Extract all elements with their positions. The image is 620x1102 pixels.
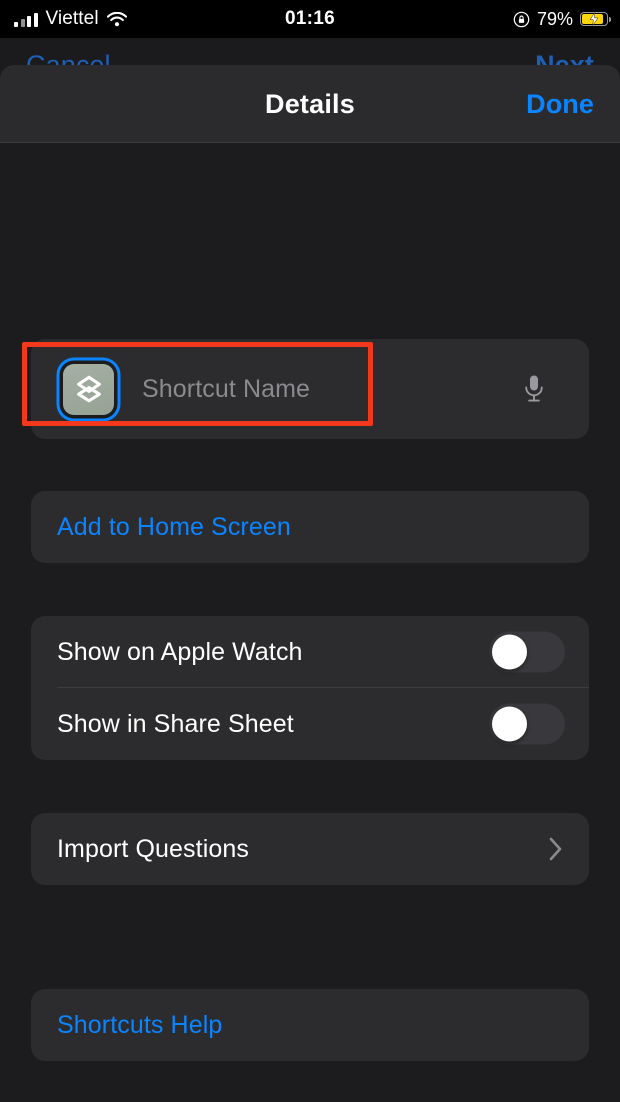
visibility-toggles-card: Show on Apple Watch Show in Share Sheet	[31, 616, 589, 760]
iphone-screen: Cancel Next Details Done	[0, 0, 620, 1102]
done-button[interactable]: Done	[526, 65, 594, 143]
sheet-body: Add to Home Screen Show on Apple Watch S…	[0, 143, 620, 1102]
import-questions-card: Import Questions	[31, 813, 589, 885]
sheet-header: Details Done	[0, 65, 620, 143]
import-questions-label: Import Questions	[57, 834, 249, 863]
shortcuts-help-row[interactable]: Shortcuts Help	[31, 989, 589, 1061]
show-on-apple-watch-label: Show on Apple Watch	[57, 637, 303, 666]
show-in-share-sheet-label: Show in Share Sheet	[57, 709, 294, 738]
details-sheet: Details Done Shortcut Name Add to Home S…	[0, 65, 620, 1102]
shortcuts-help-label: Shortcuts Help	[57, 1010, 223, 1039]
chevron-right-icon	[549, 837, 563, 861]
battery-percent-label: 79%	[536, 8, 573, 29]
toggle-knob	[492, 634, 527, 670]
import-questions-row[interactable]: Import Questions	[31, 813, 589, 885]
battery-charging-icon	[580, 12, 612, 26]
show-on-apple-watch-row[interactable]: Show on Apple Watch	[31, 616, 589, 688]
add-to-home-screen-label: Add to Home Screen	[57, 512, 291, 541]
toggle-knob	[492, 706, 527, 742]
shortcut-glyph-icon[interactable]	[63, 363, 114, 415]
clock-label: 01:16	[284, 8, 336, 29]
status-bar: Viettel 01:16 79%	[0, 0, 620, 38]
add-to-home-screen-card: Add to Home Screen	[31, 491, 589, 563]
shortcut-name-card	[31, 339, 589, 439]
rotation-lock-icon	[513, 11, 530, 28]
add-to-home-screen-row[interactable]: Add to Home Screen	[31, 491, 589, 563]
shortcuts-help-card: Shortcuts Help	[31, 989, 589, 1061]
shortcut-name-input[interactable]	[142, 374, 517, 404]
microphone-icon[interactable]	[517, 372, 551, 406]
show-on-apple-watch-toggle[interactable]	[489, 631, 565, 673]
status-bar-right: 79%	[513, 0, 612, 38]
show-in-share-sheet-row[interactable]: Show in Share Sheet	[31, 688, 589, 760]
show-in-share-sheet-toggle[interactable]	[489, 703, 565, 745]
